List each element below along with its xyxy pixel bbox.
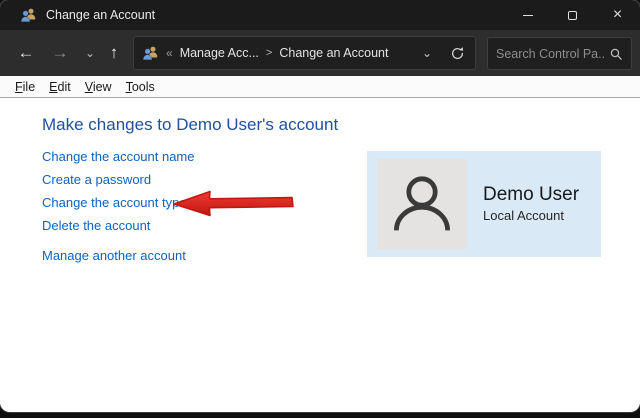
title-bar: Change an Account × — [0, 0, 640, 30]
navigation-bar: ← → ⌄ ↑ « Manage Acc... > Change an Acco… — [0, 30, 640, 76]
search-input[interactable] — [496, 47, 605, 61]
user-name: Demo User — [483, 183, 579, 207]
address-bar[interactable]: « Manage Acc... > Change an Account ⌄ — [133, 36, 476, 70]
control-panel-window: Change an Account × ← → ⌄ ↑ « Ma — [0, 0, 640, 412]
window-title: Change an Account — [46, 8, 155, 22]
back-button[interactable]: ← — [12, 30, 40, 76]
minimize-button[interactable] — [505, 0, 550, 30]
minimize-icon — [523, 15, 533, 16]
user-accounts-icon — [142, 45, 159, 61]
breadcrumb-parent[interactable]: Manage Acc... — [180, 46, 259, 60]
search-box — [487, 37, 632, 70]
avatar — [377, 159, 467, 249]
link-delete-account[interactable]: Delete the account — [42, 218, 195, 241]
window-controls: × — [505, 0, 640, 30]
menu-file[interactable]: File — [8, 78, 42, 96]
link-change-account-name[interactable]: Change the account name — [42, 149, 195, 172]
user-tile-text: Demo User Local Account — [483, 183, 579, 225]
maximize-button[interactable] — [550, 0, 595, 30]
account-type-label: Local Account — [483, 207, 579, 225]
menu-bar: File Edit View Tools — [0, 76, 640, 98]
user-accounts-icon — [20, 7, 37, 23]
close-button[interactable]: × — [595, 0, 640, 30]
menu-edit[interactable]: Edit — [42, 78, 78, 96]
red-annotation-arrow-icon — [171, 189, 297, 217]
breadcrumb-current[interactable]: Change an Account — [279, 46, 388, 60]
maximize-icon — [568, 11, 577, 20]
link-manage-another-account[interactable]: Manage another account — [42, 248, 195, 263]
page-title: Make changes to Demo User's account — [42, 115, 338, 135]
menu-tools[interactable]: Tools — [119, 78, 162, 96]
user-account-tile[interactable]: Demo User Local Account — [367, 151, 601, 257]
person-icon — [386, 168, 458, 240]
search-icon[interactable] — [609, 47, 623, 61]
address-dropdown-icon[interactable]: ⌄ — [422, 46, 432, 60]
refresh-icon[interactable] — [450, 46, 465, 61]
breadcrumb-separator[interactable]: > — [266, 47, 272, 59]
content-area: Make changes to Demo User's account Chan… — [0, 98, 640, 412]
up-button[interactable]: ↑ — [100, 30, 128, 76]
forward-button[interactable]: → — [46, 30, 74, 76]
menu-view[interactable]: View — [78, 78, 119, 96]
breadcrumb-overflow-chevrons[interactable]: « — [166, 46, 173, 60]
close-icon: × — [613, 7, 622, 23]
